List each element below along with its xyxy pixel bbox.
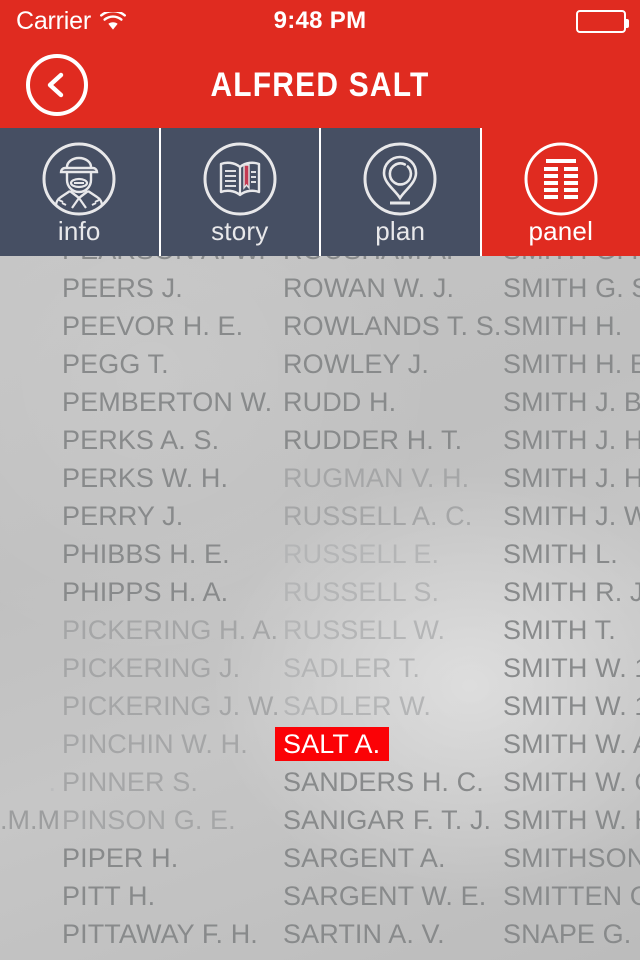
memorial-panel-image[interactable]: PEARSON A. W.PEERS J.PEEVOR H. E.PEGG T.… [0,256,640,960]
tab-label-info: info [57,216,101,246]
name-entry[interactable]: SANDERS H. C. [275,763,495,801]
name-entry[interactable]: PHIBBS H. E. [0,535,275,573]
name-entry[interactable]: SMITHSON G. [495,839,640,877]
name-entry[interactable]: ROWAN W. J. [275,269,495,307]
edge-name-fragment: .M.M. [0,805,58,835]
name-entry[interactable]: ROWLEY J. [275,345,495,383]
name-entry[interactable]: SMITH R. J. [495,573,640,611]
battery-icon [576,9,629,33]
name-entry[interactable]: SARTIN A. V. [275,915,495,953]
name-entry[interactable]: PITTAWAY F. H. [0,915,275,953]
name-column-3: SMITH G. H.SMITH G. S.SMITH H.SMITH H. E… [495,256,640,960]
name-entry[interactable]: PERKS W. H. [0,459,275,497]
name-entry-selected[interactable]: SALT A. [275,725,495,763]
name-entry[interactable]: ROWLANDS T. S. [275,307,501,345]
name-entry[interactable]: PEGG T. [0,345,275,383]
name-entry[interactable]: RUGMAN V. H. [275,459,495,497]
name-entry[interactable]: RUSSELL A. C. [275,497,495,535]
name-entry[interactable]: SANIGAR F. T. J. [275,801,495,839]
name-entry[interactable]: PODMORE F. G. [0,953,275,960]
status-bar-right [576,9,629,33]
page-title: ALFRED SALT [210,65,430,104]
name-entry[interactable]: PEERS J. [0,269,275,307]
name-entry[interactable]: PERKS A. S. [0,421,275,459]
name-entry[interactable]: SMITH J. H. 81 [495,421,640,459]
tab-info[interactable]: info [0,128,161,256]
name-entry[interactable]: SMITTEN G. A. [495,877,640,915]
tab-plan[interactable]: plan [321,128,482,256]
name-entry[interactable]: PERRY J. [0,497,275,535]
name-entry[interactable]: SMITH T. [495,611,640,649]
status-bar-time: 9:48 PM [273,7,367,34]
name-entry[interactable]: SMITH G. H. [495,256,640,269]
name-columns: PEARSON A. W.PEERS J.PEEVOR H. E.PEGG T.… [0,256,640,960]
name-entry[interactable]: SMITH J. H. 30 [495,459,640,497]
name-entry[interactable]: PICKERING J. [0,649,275,687]
name-entry[interactable]: SMITH H. E. [495,345,640,383]
name-entry[interactable]: RUSSELL S. [275,573,495,611]
name-entry[interactable]: SMITH J. B. [495,383,640,421]
status-bar: Carrier 9:48 PM [0,0,640,42]
name-entry[interactable]: SADLER T. [275,649,495,687]
name-entry[interactable]: SAUNDERS E. [275,953,495,960]
tab-label-plan: plan [375,216,426,246]
name-entry[interactable]: RUDD H. [275,383,495,421]
name-entry[interactable]: SMITH W. 1266 [495,649,640,687]
name-entry[interactable]: SMITH W. 1543 [495,687,640,725]
name-entry[interactable]: SMITH W. H. [495,801,640,839]
tab-label-panel: panel [528,216,594,246]
open-book-icon [201,140,279,218]
name-entry[interactable]: PICKERING H. A. [0,611,278,649]
name-entry[interactable]: ROUSHAM A. [275,256,495,269]
name-entry[interactable]: PEEVOR H. E. [0,307,275,345]
edge-name-fragment: . [48,767,56,797]
name-entry[interactable]: PEMBERTON W. [0,383,275,421]
tab-bar: info story plan panel [0,128,640,256]
name-entry[interactable]: SMITH W. A. [495,725,640,763]
name-entry[interactable]: RUSSELL W. [275,611,495,649]
tab-panel[interactable]: panel [481,128,640,256]
soldier-portrait-icon [40,140,118,218]
map-pin-icon [361,140,439,218]
name-entry[interactable]: PEARSON A. W. [0,256,275,269]
name-entry[interactable]: PHIPPS H. A. [0,573,275,611]
name-column-2: ROUSHAM A.ROWAN W. J.ROWLANDS T. S.ROWLE… [275,256,501,960]
name-entry[interactable]: SADLER W. [275,687,495,725]
name-entry[interactable]: RUDDER H. T. [275,421,495,459]
memorial-panel-icon [522,140,600,218]
name-entry[interactable]: SARGENT A. [275,839,495,877]
name-entry[interactable]: PITT H. [0,877,275,915]
navigation-bar: ALFRED SALT [0,42,640,128]
name-entry[interactable]: SNAPE G. [495,915,640,953]
name-entry[interactable]: SMITH L. [495,535,640,573]
name-entry[interactable]: RUSSELL E. [275,535,495,573]
name-entry[interactable]: PINCHIN W. H. [0,725,275,763]
name-entry[interactable]: SORRELL W. E [495,953,640,960]
tab-label-story: story [211,216,269,246]
name-entry[interactable]: SMITH G. S. [495,269,640,307]
name-entry[interactable]: PICKERING J. W. [0,687,279,725]
name-column-1: PEARSON A. W.PEERS J.PEEVOR H. E.PEGG T.… [0,256,279,960]
tab-story[interactable]: story [160,128,321,256]
name-entry[interactable]: SMITH W. G. [495,763,640,801]
name-entry[interactable]: SARGENT W. E. [275,877,495,915]
selected-name-label: SALT A. [275,727,390,761]
name-entry[interactable]: SMITH H. [495,307,640,345]
name-entry[interactable]: PIPER H. [0,839,275,877]
name-entry[interactable]: SMITH J. W. [495,497,640,535]
